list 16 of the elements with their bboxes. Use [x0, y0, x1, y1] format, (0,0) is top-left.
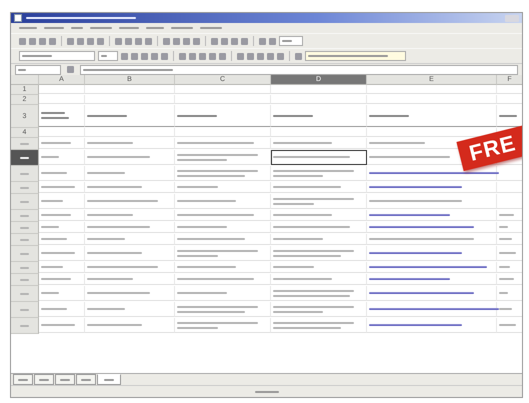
font-field[interactable] — [19, 51, 95, 61]
sheet-tab[interactable] — [76, 374, 96, 385]
sheet-tab[interactable] — [34, 374, 54, 385]
style-field[interactable] — [305, 51, 406, 61]
sheet-tab[interactable] — [13, 374, 33, 385]
toolbar-icon[interactable] — [67, 66, 74, 73]
app-icon — [14, 14, 22, 22]
sheet-tab[interactable] — [55, 374, 75, 385]
free-banner: FRE — [456, 124, 522, 172]
row-header[interactable] — [11, 150, 39, 166]
formula-field[interactable] — [80, 64, 518, 74]
zoom-field[interactable] — [279, 36, 303, 46]
size-field[interactable] — [98, 51, 118, 61]
table-cell — [39, 85, 85, 94]
toolbar-icon[interactable] — [295, 52, 302, 60]
cell-reference-field[interactable] — [15, 64, 61, 74]
